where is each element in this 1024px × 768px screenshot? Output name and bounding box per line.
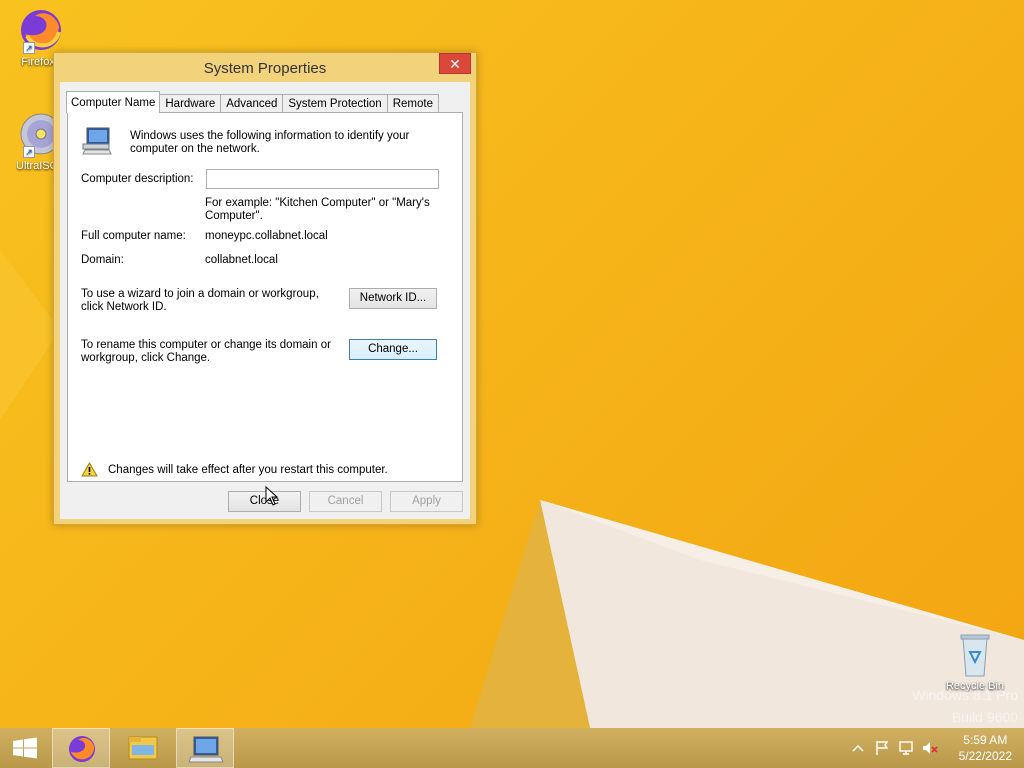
tab-strip: Computer Name Hardware Advanced System P… [66,91,439,113]
folder-icon [128,736,158,760]
computer-description-input[interactable] [206,169,439,189]
computer-description-label: Computer description: [81,173,194,185]
change-button[interactable]: Change... [349,339,437,360]
computer-icon [188,736,224,763]
close-icon: ✕ [449,56,461,72]
firefox-icon [69,736,95,762]
network-id-description: To use a wizard to join a domain or work… [81,288,319,313]
intro-text: Windows uses the following information t… [130,130,410,155]
network-id-button[interactable]: Network ID... [349,288,437,309]
desktop-icon-recycle-bin[interactable]: Recycle Bin [940,630,1010,692]
system-clock[interactable]: 5:59 AM 5/22/2022 [959,732,1012,764]
tab-remote[interactable]: Remote [386,94,439,113]
apply-button[interactable]: Apply [390,491,463,512]
restart-warning-text: Changes will take effect after you resta… [108,464,388,476]
window-title: System Properties [203,60,327,77]
volume-muted-icon[interactable] [922,740,938,756]
computer-network-icon [81,126,113,156]
action-center-flag-icon[interactable] [874,740,890,756]
desktop-icon-label: UltraISO [16,160,58,172]
computer-name-panel: Windows uses the following information t… [67,112,463,482]
full-computer-name-label: Full computer name: [81,230,186,242]
domain-value: collabnet.local [205,254,278,266]
taskbar: 5:59 AM 5/22/2022 [0,728,1024,768]
network-icon[interactable] [898,740,914,756]
rename-description: To rename this computer or change its do… [81,339,331,364]
close-window-button[interactable]: ✕ [439,53,471,74]
tab-advanced[interactable]: Advanced [220,94,284,113]
taskbar-firefox[interactable] [52,728,110,768]
title-bar[interactable]: System Properties ✕ [54,53,476,83]
warning-icon [81,461,98,477]
show-hidden-icons-icon[interactable] [850,740,866,756]
domain-label: Domain: [81,254,124,266]
watermark-build: Build 9600 [951,709,1018,725]
taskbar-system-properties[interactable] [176,728,234,768]
cancel-button[interactable]: Cancel [309,491,382,512]
desktop-icon-label: Recycle Bin [945,680,1005,692]
full-computer-name-value: moneypc.collabnet.local [205,230,328,242]
taskbar-file-explorer[interactable] [114,728,172,768]
system-properties-window: System Properties ✕ Computer Name Hardwa… [53,52,477,525]
clock-time: 5:59 AM [963,733,1008,747]
windows-logo-icon [13,737,37,759]
recycle-bin-icon [951,630,999,678]
tab-computer-name[interactable]: Computer Name [66,91,161,113]
example-hint: For example: "Kitchen Computer" or "Mary… [205,197,430,222]
firefox-icon: ↗ [15,6,63,54]
tab-hardware[interactable]: Hardware [159,94,222,113]
clock-date: 5/22/2022 [958,749,1012,763]
dialog-client-area: Computer Name Hardware Advanced System P… [60,82,470,519]
mouse-cursor-icon [265,486,279,506]
start-button[interactable] [0,728,50,768]
tab-system-protection[interactable]: System Protection [282,94,388,113]
